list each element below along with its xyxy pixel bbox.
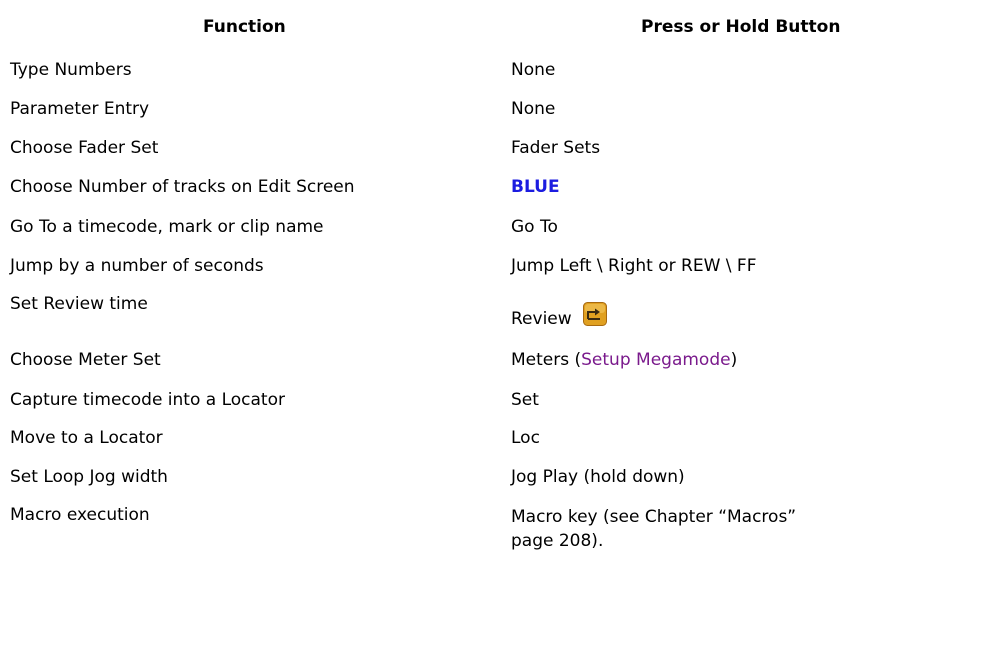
review-button-cell: Review — [511, 302, 608, 329]
function-cell: Set Review time — [10, 294, 148, 314]
table-row: Choose Number of tracks on Edit Screen B… — [0, 177, 994, 217]
meters-suffix: ) — [730, 350, 738, 370]
button-cell: None — [511, 99, 556, 119]
function-cell: Choose Meter Set — [10, 350, 161, 370]
button-cell: Fader Sets — [511, 138, 601, 158]
table-row: Set Loop Jog width Jog Play (hold down) — [0, 467, 994, 507]
function-cell: Move to a Locator — [10, 428, 163, 448]
setup-megamode-link[interactable]: Setup Megamode — [581, 350, 730, 370]
table-row: Choose Meter Set Meters (Setup Megamode) — [0, 350, 994, 390]
function-cell: Go To a timecode, mark or clip name — [10, 217, 324, 237]
button-cell: Jog Play (hold down) — [511, 467, 685, 487]
table-row: Move to a Locator Loc — [0, 428, 994, 468]
button-cell: Meters (Setup Megamode) — [511, 350, 737, 370]
function-cell: Choose Number of tracks on Edit Screen — [10, 177, 355, 197]
function-cell: Set Loop Jog width — [10, 467, 168, 487]
button-cell: None — [511, 60, 556, 80]
table-row: Choose Fader Set Fader Sets — [0, 138, 994, 178]
meters-prefix: Meters ( — [511, 350, 582, 370]
table-row: Type Numbers None — [0, 60, 994, 100]
review-label: Review — [511, 309, 572, 329]
table-row: Jump by a number of seconds Jump Left \ … — [0, 256, 994, 296]
header-function: Function — [203, 17, 286, 37]
function-cell: Type Numbers — [10, 60, 132, 80]
button-cell: Go To — [511, 217, 558, 237]
button-cell: Set — [511, 390, 539, 410]
header-press-or-hold-button: Press or Hold Button — [641, 17, 841, 37]
table-row: Go To a timecode, mark or clip name Go T… — [0, 217, 994, 257]
macro-key-cell: Macro key (see Chapter “Macros” page 208… — [511, 507, 797, 551]
review-button-icon — [583, 302, 608, 326]
table-row: Parameter Entry None — [0, 99, 994, 139]
function-cell: Jump by a number of seconds — [10, 256, 264, 276]
blue-key-label: BLUE — [511, 177, 560, 197]
table-row: Macro execution Macro key (see Chapter “… — [0, 505, 994, 565]
table-row: Set Review time Review — [0, 294, 994, 342]
button-cell: Jump Left \ Right or REW \ FF — [511, 256, 757, 276]
function-cell: Capture timecode into a Locator — [10, 390, 285, 410]
table-row: Capture timecode into a Locator Set — [0, 390, 994, 430]
function-cell: Parameter Entry — [10, 99, 150, 119]
function-cell: Macro execution — [10, 505, 150, 525]
button-cell: Loc — [511, 428, 540, 448]
function-cell: Choose Fader Set — [10, 138, 159, 158]
